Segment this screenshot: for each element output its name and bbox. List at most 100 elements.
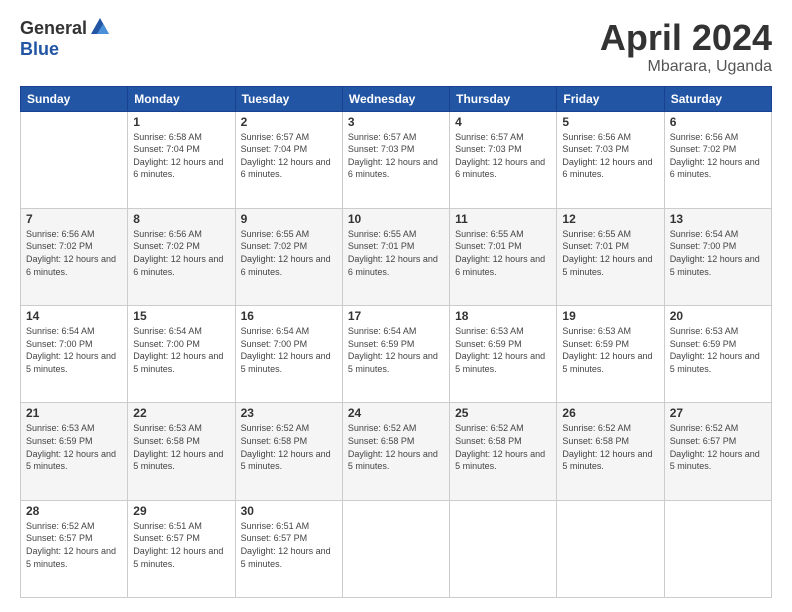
week-row-1: 7 Sunrise: 6:56 AM Sunset: 7:02 PM Daylig…: [21, 208, 772, 305]
day-info: Sunrise: 6:53 AM Sunset: 6:59 PM Dayligh…: [562, 325, 658, 375]
day-info: Sunrise: 6:52 AM Sunset: 6:58 PM Dayligh…: [348, 422, 444, 472]
table-row: 11Sunrise: 6:55 AM Sunset: 7:01 PM Dayli…: [450, 208, 557, 305]
table-row: 30 Sunrise: 6:51 AM Sunset: 6:57 PM Dayli…: [235, 500, 342, 597]
logo: General Blue: [20, 18, 111, 60]
day-info: Sunrise: 6:52 AM Sunset: 6:57 PM Dayligh…: [670, 422, 766, 472]
day-info: Sunrise: 6:53 AM Sunset: 6:58 PM Dayligh…: [133, 422, 229, 472]
table-row: 19 Sunrise: 6:53 AM Sunset: 6:59 PM Dayli…: [557, 306, 664, 403]
day-number: 4: [455, 115, 551, 129]
calendar-table: Sunday Monday Tuesday Wednesday Thursday…: [20, 86, 772, 598]
week-row-4: 28 Sunrise: 6:52 AM Sunset: 6:57 PM Dayli…: [21, 500, 772, 597]
day-number: 1: [133, 115, 229, 129]
day-number: 8: [133, 212, 229, 226]
day-info: Sunrise: 6:54 AM Sunset: 7:00 PM Dayligh…: [133, 325, 229, 375]
day-number: 3: [348, 115, 444, 129]
title-location: Mbarara, Uganda: [600, 58, 772, 76]
day-number: 26: [562, 406, 658, 420]
day-number: 5: [562, 115, 658, 129]
day-info: Sunrise: 6:57 AM Sunset: 7:04 PM Dayligh…: [241, 131, 337, 181]
title-month: April 2024: [600, 18, 772, 58]
col-monday: Monday: [128, 86, 235, 111]
table-row: 1Sunrise: 6:58 AM Sunset: 7:04 PM Daylig…: [128, 111, 235, 208]
day-info: Sunrise: 6:56 AM Sunset: 7:02 PM Dayligh…: [26, 228, 122, 278]
table-row: 16 Sunrise: 6:54 AM Sunset: 7:00 PM Dayli…: [235, 306, 342, 403]
table-row: 23Sunrise: 6:52 AM Sunset: 6:58 PM Dayli…: [235, 403, 342, 500]
day-number: 13: [670, 212, 766, 226]
table-row: 10Sunrise: 6:55 AM Sunset: 7:01 PM Dayli…: [342, 208, 449, 305]
title-block: April 2024 Mbarara, Uganda: [600, 18, 772, 76]
col-wednesday: Wednesday: [342, 86, 449, 111]
table-row: 5 Sunrise: 6:56 AM Sunset: 7:03 PM Daylig…: [557, 111, 664, 208]
day-number: 30: [241, 504, 337, 518]
day-number: 25: [455, 406, 551, 420]
day-number: 16: [241, 309, 337, 323]
day-info: Sunrise: 6:56 AM Sunset: 7:02 PM Dayligh…: [670, 131, 766, 181]
day-number: 7: [26, 212, 122, 226]
table-row: 24 Sunrise: 6:52 AM Sunset: 6:58 PM Dayli…: [342, 403, 449, 500]
table-row: 27 Sunrise: 6:52 AM Sunset: 6:57 PM Dayli…: [664, 403, 771, 500]
logo-blue-text: Blue: [20, 39, 59, 60]
table-row: 12 Sunrise: 6:55 AM Sunset: 7:01 PM Dayli…: [557, 208, 664, 305]
day-info: Sunrise: 6:56 AM Sunset: 7:02 PM Dayligh…: [133, 228, 229, 278]
day-number: 2: [241, 115, 337, 129]
day-number: 15: [133, 309, 229, 323]
col-saturday: Saturday: [664, 86, 771, 111]
day-info: Sunrise: 6:52 AM Sunset: 6:58 PM Dayligh…: [562, 422, 658, 472]
day-info: Sunrise: 6:51 AM Sunset: 6:57 PM Dayligh…: [241, 520, 337, 570]
table-row: 28 Sunrise: 6:52 AM Sunset: 6:57 PM Dayli…: [21, 500, 128, 597]
table-row: 26 Sunrise: 6:52 AM Sunset: 6:58 PM Dayli…: [557, 403, 664, 500]
day-info: Sunrise: 6:52 AM Sunset: 6:57 PM Dayligh…: [26, 520, 122, 570]
day-info: Sunrise: 6:57 AM Sunset: 7:03 PM Dayligh…: [455, 131, 551, 181]
week-row-0: 1Sunrise: 6:58 AM Sunset: 7:04 PM Daylig…: [21, 111, 772, 208]
logo-icon: [89, 16, 111, 38]
day-info: Sunrise: 6:55 AM Sunset: 7:01 PM Dayligh…: [348, 228, 444, 278]
day-info: Sunrise: 6:51 AM Sunset: 6:57 PM Dayligh…: [133, 520, 229, 570]
day-info: Sunrise: 6:55 AM Sunset: 7:01 PM Dayligh…: [455, 228, 551, 278]
table-row: 29 Sunrise: 6:51 AM Sunset: 6:57 PM Dayli…: [128, 500, 235, 597]
table-row: [557, 500, 664, 597]
page: General Blue April 2024 Mbarara, Uganda …: [0, 0, 792, 612]
day-info: Sunrise: 6:53 AM Sunset: 6:59 PM Dayligh…: [26, 422, 122, 472]
table-row: 14Sunrise: 6:54 AM Sunset: 7:00 PM Dayli…: [21, 306, 128, 403]
day-info: Sunrise: 6:54 AM Sunset: 6:59 PM Dayligh…: [348, 325, 444, 375]
day-number: 19: [562, 309, 658, 323]
day-number: 18: [455, 309, 551, 323]
day-number: 9: [241, 212, 337, 226]
header-row: Sunday Monday Tuesday Wednesday Thursday…: [21, 86, 772, 111]
day-info: Sunrise: 6:54 AM Sunset: 7:00 PM Dayligh…: [26, 325, 122, 375]
day-number: 22: [133, 406, 229, 420]
day-number: 24: [348, 406, 444, 420]
table-row: 25Sunrise: 6:52 AM Sunset: 6:58 PM Dayli…: [450, 403, 557, 500]
day-number: 29: [133, 504, 229, 518]
day-number: 17: [348, 309, 444, 323]
day-info: Sunrise: 6:56 AM Sunset: 7:03 PM Dayligh…: [562, 131, 658, 181]
week-row-3: 21Sunrise: 6:53 AM Sunset: 6:59 PM Dayli…: [21, 403, 772, 500]
table-row: 3Sunrise: 6:57 AM Sunset: 7:03 PM Daylig…: [342, 111, 449, 208]
day-info: Sunrise: 6:55 AM Sunset: 7:01 PM Dayligh…: [562, 228, 658, 278]
day-number: 27: [670, 406, 766, 420]
table-row: 6 Sunrise: 6:56 AM Sunset: 7:02 PM Daylig…: [664, 111, 771, 208]
day-info: Sunrise: 6:52 AM Sunset: 6:58 PM Dayligh…: [241, 422, 337, 472]
table-row: 9 Sunrise: 6:55 AM Sunset: 7:02 PM Daylig…: [235, 208, 342, 305]
col-tuesday: Tuesday: [235, 86, 342, 111]
table-row: 8 Sunrise: 6:56 AM Sunset: 7:02 PM Daylig…: [128, 208, 235, 305]
table-row: 2 Sunrise: 6:57 AM Sunset: 7:04 PM Daylig…: [235, 111, 342, 208]
table-row: 20 Sunrise: 6:53 AM Sunset: 6:59 PM Dayli…: [664, 306, 771, 403]
logo-general-text: General: [20, 18, 87, 39]
day-number: 20: [670, 309, 766, 323]
table-row: 22 Sunrise: 6:53 AM Sunset: 6:58 PM Dayli…: [128, 403, 235, 500]
day-info: Sunrise: 6:53 AM Sunset: 6:59 PM Dayligh…: [455, 325, 551, 375]
table-row: 13 Sunrise: 6:54 AM Sunset: 7:00 PM Dayli…: [664, 208, 771, 305]
day-number: 12: [562, 212, 658, 226]
col-sunday: Sunday: [21, 86, 128, 111]
col-thursday: Thursday: [450, 86, 557, 111]
day-info: Sunrise: 6:54 AM Sunset: 7:00 PM Dayligh…: [241, 325, 337, 375]
day-info: Sunrise: 6:54 AM Sunset: 7:00 PM Dayligh…: [670, 228, 766, 278]
week-row-2: 14Sunrise: 6:54 AM Sunset: 7:00 PM Dayli…: [21, 306, 772, 403]
day-info: Sunrise: 6:55 AM Sunset: 7:02 PM Dayligh…: [241, 228, 337, 278]
day-number: 6: [670, 115, 766, 129]
day-info: Sunrise: 6:53 AM Sunset: 6:59 PM Dayligh…: [670, 325, 766, 375]
table-row: 4 Sunrise: 6:57 AM Sunset: 7:03 PM Daylig…: [450, 111, 557, 208]
day-number: 28: [26, 504, 122, 518]
table-row: 15 Sunrise: 6:54 AM Sunset: 7:00 PM Dayli…: [128, 306, 235, 403]
